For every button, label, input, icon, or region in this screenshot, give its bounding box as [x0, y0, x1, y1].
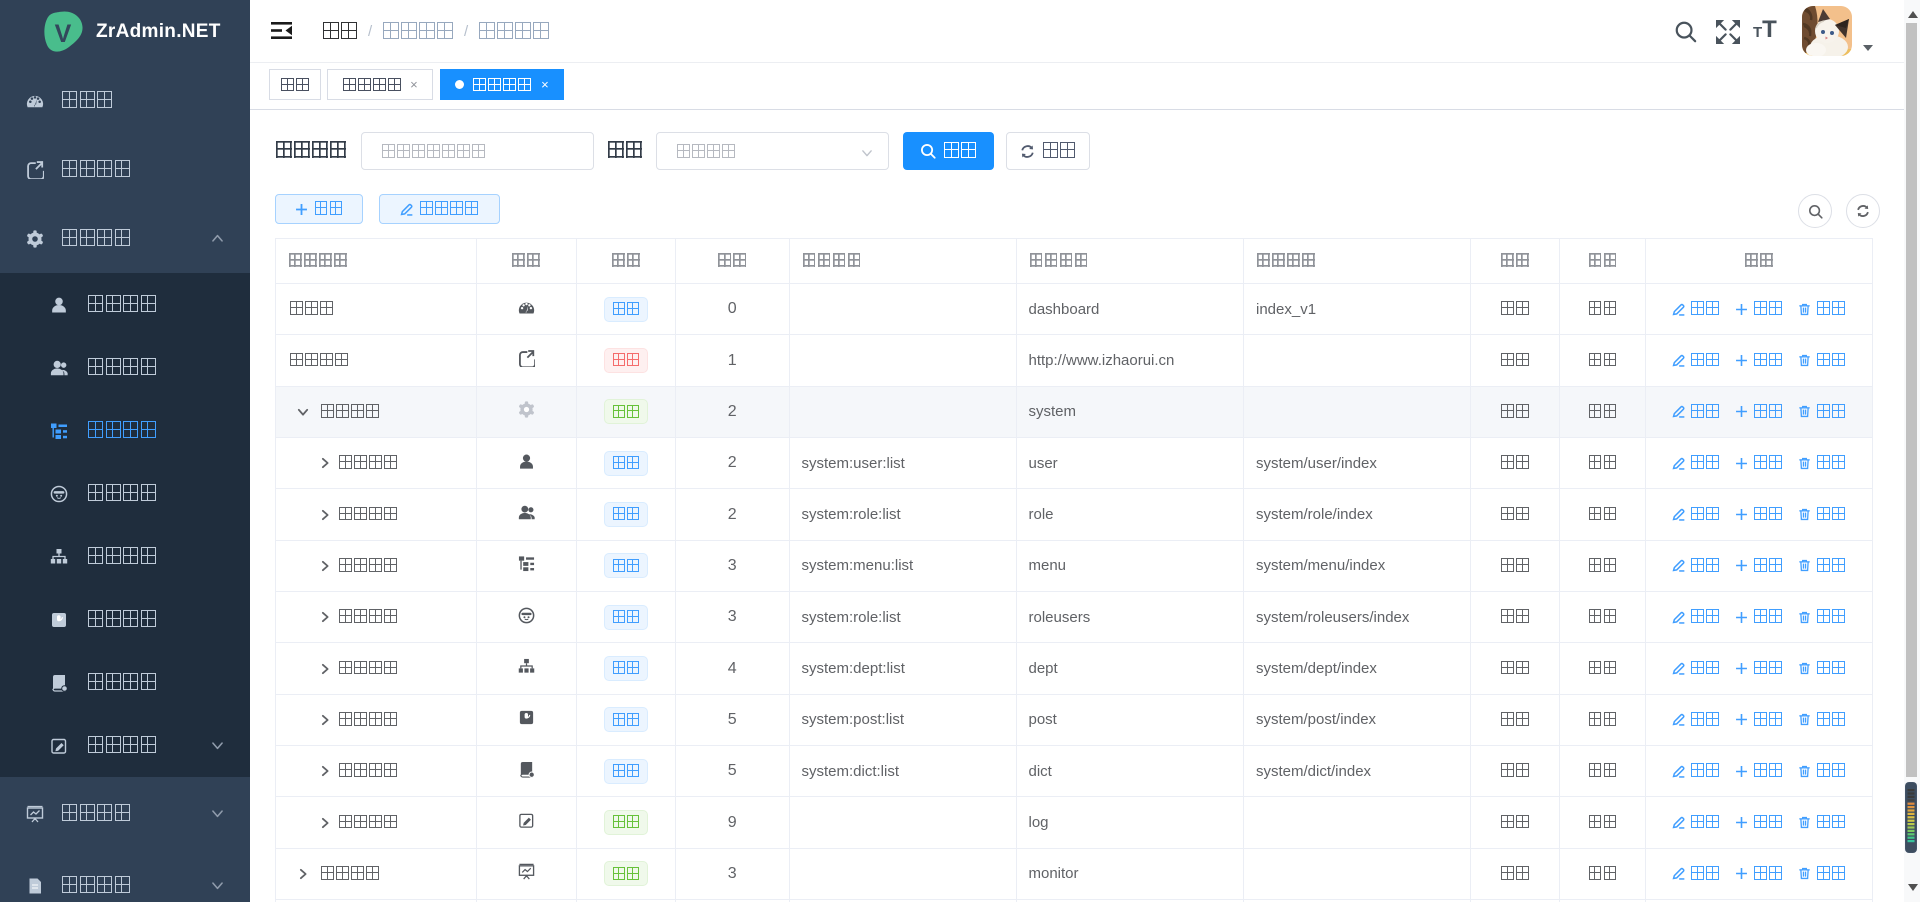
- svg-text:V: V: [55, 20, 72, 48]
